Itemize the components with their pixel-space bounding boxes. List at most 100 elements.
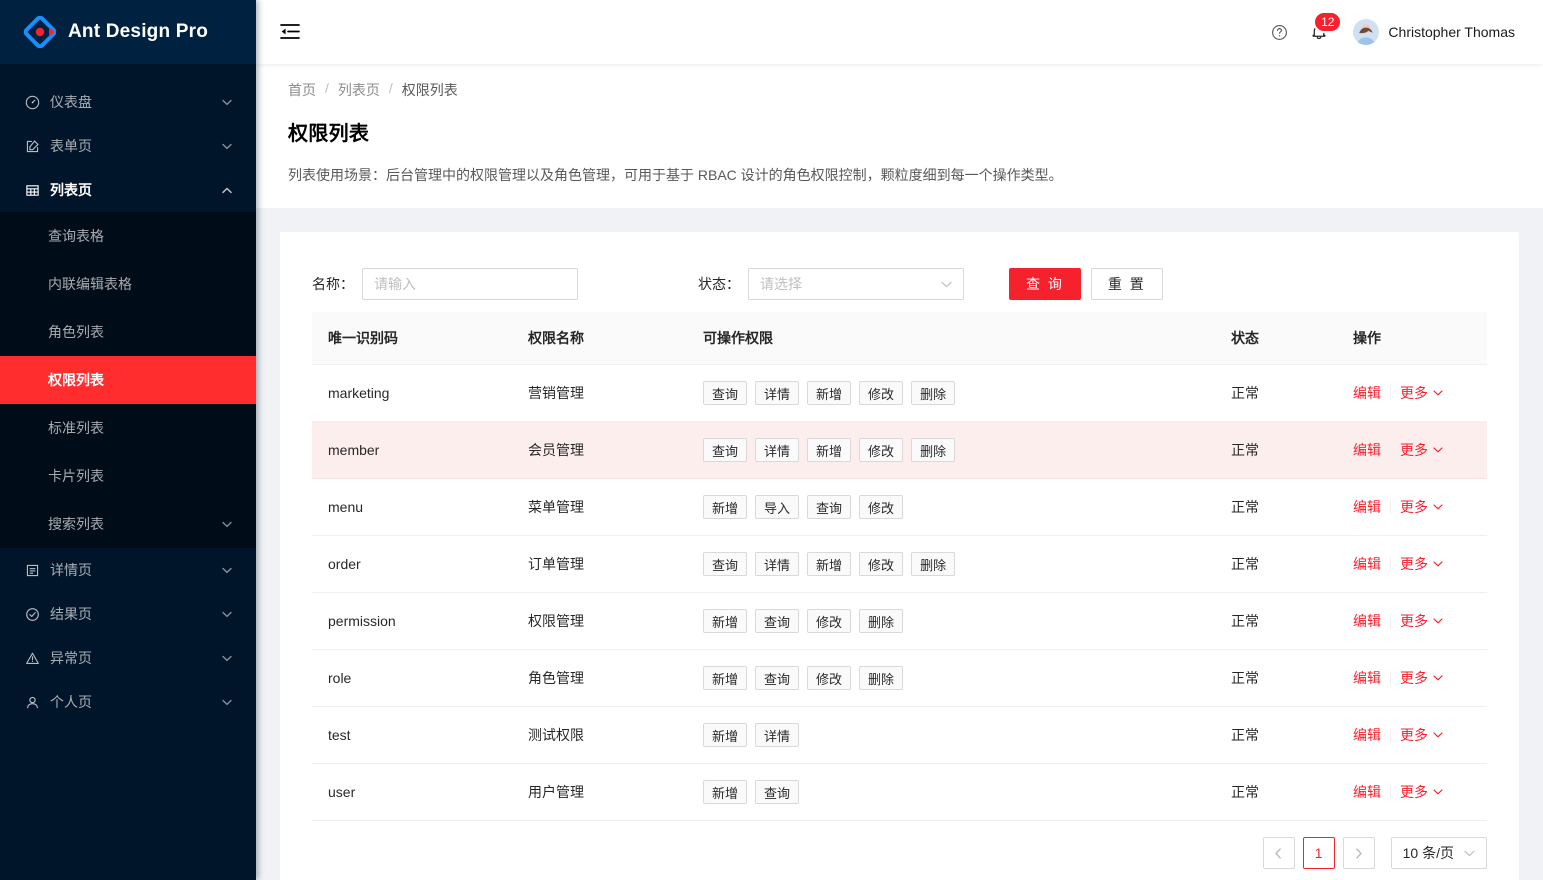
table-row[interactable]: menu 菜单管理 新增 导入 查询 修改 正常 编辑 更多 — [312, 478, 1487, 536]
chevron-down-icon — [222, 653, 232, 663]
pagination-next-button[interactable] — [1342, 837, 1375, 869]
filter-buttons: 查 询 重 置 — [1009, 268, 1163, 300]
question-circle-icon[interactable] — [1259, 12, 1299, 52]
cell-actions: 编辑 更多 — [1337, 478, 1487, 536]
permission-tag[interactable]: 查询 — [755, 780, 800, 804]
more-dropdown[interactable]: 更多 — [1400, 383, 1443, 403]
status-select[interactable]: 请选择 — [748, 268, 964, 300]
permission-tag[interactable]: 删除 — [859, 609, 904, 633]
edit-link[interactable]: 编辑 — [1353, 383, 1381, 403]
sidebar-subitem-card-list[interactable]: 卡片列表 — [0, 452, 256, 500]
action-divider — [1390, 443, 1391, 457]
table-row[interactable]: test 测试权限 新增 详情 正常 编辑 更多 — [312, 706, 1487, 764]
action-divider — [1390, 557, 1391, 571]
sidebar-subitem-search-list[interactable]: 搜索列表 — [0, 500, 256, 548]
permission-tag[interactable]: 修改 — [859, 381, 904, 405]
more-dropdown[interactable]: 更多 — [1400, 497, 1443, 517]
table-row[interactable]: permission 权限管理 新增 查询 修改 删除 正常 编辑 更多 — [312, 592, 1487, 650]
sidebar-item-account[interactable]: 个人页 — [0, 680, 256, 724]
sidebar-item-exception[interactable]: 异常页 — [0, 636, 256, 680]
edit-link[interactable]: 编辑 — [1353, 668, 1381, 688]
sidebar-subitem-permission-list[interactable]: 权限列表 — [0, 356, 256, 404]
permission-tag[interactable]: 详情 — [755, 438, 800, 462]
column-header-name: 权限名称 — [512, 312, 687, 365]
search-button[interactable]: 查 询 — [1009, 268, 1081, 300]
sidebar-item-list[interactable]: 列表页 — [0, 168, 256, 212]
edit-link[interactable]: 编辑 — [1353, 782, 1381, 802]
sidebar-item-label: 表单页 — [50, 138, 92, 154]
sidebar-subitem-standard-list[interactable]: 标准列表 — [0, 404, 256, 452]
permission-tag[interactable]: 新增 — [703, 666, 748, 690]
edit-link[interactable]: 编辑 — [1353, 725, 1381, 745]
table-row[interactable]: order 订单管理 查询 详情 新增 修改 删除 正常 编辑 更多 — [312, 535, 1487, 593]
permission-tag[interactable]: 查询 — [703, 438, 748, 462]
app-root: Ant Design Pro 仪表盘 表单页 列表页 查询表格 内联编辑表格 角… — [0, 0, 1543, 880]
sidebar-item-form[interactable]: 表单页 — [0, 124, 256, 168]
permission-tag[interactable]: 删除 — [911, 438, 956, 462]
sidebar-subitem-query-table[interactable]: 查询表格 — [0, 212, 256, 260]
permission-tag-list: 新增 详情 — [703, 723, 1199, 747]
cell-name: 测试权限 — [512, 706, 687, 764]
user-menu[interactable]: Christopher Thomas — [1345, 19, 1519, 45]
table-row[interactable]: member 会员管理 查询 详情 新增 修改 删除 正常 编辑 更多 — [312, 421, 1487, 479]
permission-tag[interactable]: 新增 — [807, 552, 852, 576]
pagination-page-1[interactable]: 1 — [1302, 837, 1335, 869]
name-input[interactable] — [362, 268, 578, 300]
permission-tag[interactable]: 导入 — [755, 495, 800, 519]
more-dropdown[interactable]: 更多 — [1400, 440, 1443, 460]
menu-fold-icon[interactable] — [276, 18, 304, 46]
cell-actions: 编辑 更多 — [1337, 649, 1487, 707]
permission-tag[interactable]: 修改 — [807, 609, 852, 633]
table-row[interactable]: marketing 营销管理 查询 详情 新增 修改 删除 正常 编辑 更多 — [312, 364, 1487, 422]
table-row[interactable]: role 角色管理 新增 查询 修改 删除 正常 编辑 更多 — [312, 649, 1487, 707]
permission-tag[interactable]: 查询 — [755, 666, 800, 690]
more-dropdown[interactable]: 更多 — [1400, 668, 1443, 688]
sidebar-item-result[interactable]: 结果页 — [0, 592, 256, 636]
page-size-select[interactable]: 10 条/页 — [1390, 837, 1487, 869]
permission-tag[interactable]: 修改 — [807, 666, 852, 690]
edit-link[interactable]: 编辑 — [1353, 440, 1381, 460]
permission-tag[interactable]: 新增 — [703, 495, 748, 519]
sidebar-item-label: 异常页 — [50, 650, 92, 666]
permission-tag[interactable]: 查询 — [703, 381, 748, 405]
permission-tag[interactable]: 查询 — [807, 495, 852, 519]
edit-link[interactable]: 编辑 — [1353, 554, 1381, 574]
chevron-down-icon — [1433, 561, 1443, 567]
more-dropdown[interactable]: 更多 — [1400, 554, 1443, 574]
sidebar-item-profile[interactable]: 详情页 — [0, 548, 256, 592]
breadcrumb-item-home[interactable]: 首页 — [288, 80, 316, 100]
cell-actions: 编辑 更多 — [1337, 592, 1487, 650]
more-dropdown[interactable]: 更多 — [1400, 725, 1443, 745]
permission-tag[interactable]: 删除 — [859, 666, 904, 690]
reset-button[interactable]: 重 置 — [1090, 268, 1163, 300]
edit-link[interactable]: 编辑 — [1353, 497, 1381, 517]
permission-tag-list: 新增 查询 — [703, 780, 1199, 804]
table-row[interactable]: user 用户管理 新增 查询 正常 编辑 更多 — [312, 763, 1487, 821]
sidebar-subitem-role-list[interactable]: 角色列表 — [0, 308, 256, 356]
more-dropdown[interactable]: 更多 — [1400, 611, 1443, 631]
permission-tag[interactable]: 新增 — [807, 438, 852, 462]
pagination-prev-button[interactable] — [1262, 837, 1295, 869]
permission-tag[interactable]: 新增 — [703, 609, 748, 633]
breadcrumb-item-list[interactable]: 列表页 — [338, 80, 380, 100]
filter-status-group: 状态： 请选择 — [698, 268, 964, 300]
sidebar-item-dashboard[interactable]: 仪表盘 — [0, 80, 256, 124]
permission-tag[interactable]: 删除 — [911, 552, 956, 576]
permission-tag[interactable]: 详情 — [755, 723, 800, 747]
permission-tag[interactable]: 详情 — [755, 552, 800, 576]
permission-tag[interactable]: 修改 — [859, 438, 904, 462]
sidebar-subitem-inline-edit-table[interactable]: 内联编辑表格 — [0, 260, 256, 308]
permission-tag[interactable]: 修改 — [859, 495, 904, 519]
permission-tag[interactable]: 详情 — [755, 381, 800, 405]
permission-tag[interactable]: 修改 — [859, 552, 904, 576]
permission-tag[interactable]: 新增 — [703, 780, 748, 804]
permission-tag[interactable]: 查询 — [703, 552, 748, 576]
permission-tag[interactable]: 删除 — [911, 381, 956, 405]
logo-bar[interactable]: Ant Design Pro — [0, 0, 256, 64]
notifications-button[interactable]: 12 — [1299, 12, 1342, 52]
permission-tag[interactable]: 查询 — [755, 609, 800, 633]
permission-tag[interactable]: 新增 — [807, 381, 852, 405]
permission-tag[interactable]: 新增 — [703, 723, 748, 747]
edit-link[interactable]: 编辑 — [1353, 611, 1381, 631]
more-dropdown[interactable]: 更多 — [1400, 782, 1443, 802]
